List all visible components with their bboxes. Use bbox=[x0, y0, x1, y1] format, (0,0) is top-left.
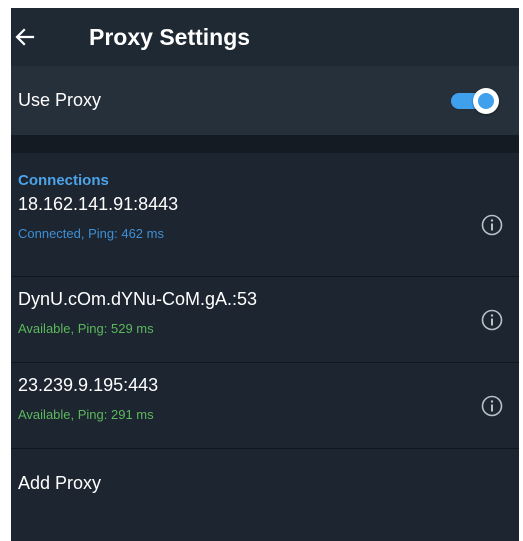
info-icon[interactable] bbox=[481, 214, 503, 236]
proxy-settings-screen: Proxy Settings Use Proxy Connections 18.… bbox=[11, 8, 519, 541]
connection-status: Connected, Ping: 462 ms bbox=[18, 226, 164, 241]
connection-status: Available, Ping: 529 ms bbox=[18, 321, 154, 336]
info-icon[interactable] bbox=[481, 309, 503, 331]
connection-item[interactable]: 18.162.141.91:8443 Connected, Ping: 462 … bbox=[11, 191, 519, 277]
connection-status: Available, Ping: 291 ms bbox=[18, 407, 154, 422]
arrow-left-icon bbox=[15, 28, 35, 46]
toggle-knob bbox=[473, 87, 499, 114]
app-bar: Proxy Settings bbox=[11, 8, 519, 66]
connections-section: Connections 18.162.141.91:8443 Connected… bbox=[11, 153, 519, 517]
connection-address: DynU.cOm.dYNu-CoM.gA.:53 bbox=[18, 289, 258, 309]
connection-address: 18.162.141.91:8443 bbox=[18, 194, 179, 214]
section-divider bbox=[11, 135, 519, 153]
connections-header: Connections bbox=[18, 172, 109, 189]
use-proxy-row[interactable]: Use Proxy bbox=[11, 66, 519, 135]
use-proxy-label: Use Proxy bbox=[18, 90, 102, 110]
back-button[interactable] bbox=[15, 25, 35, 49]
page-title: Proxy Settings bbox=[89, 23, 251, 50]
connection-address: 23.239.9.195:443 bbox=[18, 375, 159, 395]
info-icon[interactable] bbox=[481, 395, 503, 417]
connection-item[interactable]: DynU.cOm.dYNu-CoM.gA.:53 Available, Ping… bbox=[11, 277, 519, 363]
connection-item[interactable]: 23.239.9.195:443 Available, Ping: 291 ms bbox=[11, 363, 519, 449]
add-proxy-button[interactable]: Add Proxy bbox=[11, 449, 519, 517]
use-proxy-toggle[interactable] bbox=[451, 87, 499, 114]
